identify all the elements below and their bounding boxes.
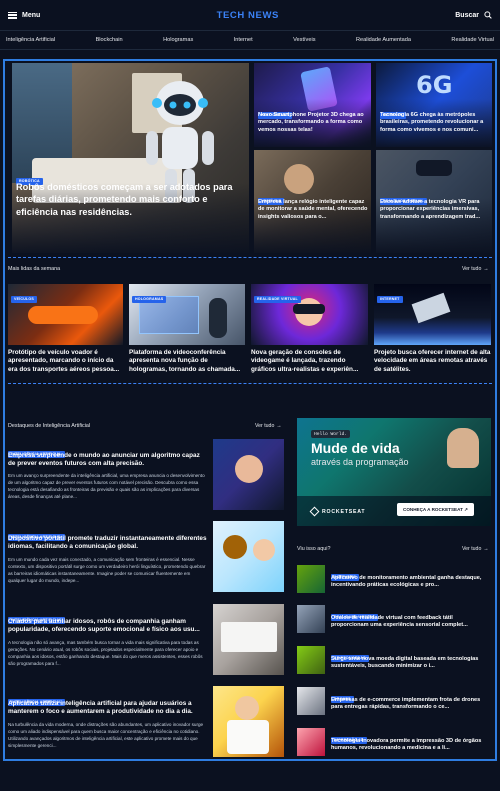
brand-name: ROCKETSEAT [322,508,366,515]
section-divider [8,257,492,258]
vr-headset-image [416,160,452,176]
seen-item-image[interactable] [297,687,325,715]
hero-side-title[interactable]: Escolas adotam a tecnologia VR para prop… [380,199,491,221]
ad-headline: Mude de vida [311,440,400,456]
badge-wrap: Hologramas [132,287,167,305]
most-read-title[interactable]: Plataforma de videoconferência apresenta… [129,349,246,374]
seen-item-title[interactable]: Óculos de realidade virtual com feedback… [331,615,491,631]
ad-banner[interactable]: Hello World. Mude de vida através da pro… [297,418,491,526]
person-image [209,298,227,338]
person-image [235,455,263,483]
hero-side-title[interactable]: Empresa lança relógio inteligente capaz … [258,199,370,221]
category-badge[interactable]: Realidade Virtual [254,295,301,303]
most-read-title[interactable]: Projeto busca oferecer internet de alta … [374,349,491,374]
ai-article-image[interactable] [213,604,284,675]
arrow-right-icon: → [483,546,489,552]
rocketseat-logo-icon [309,506,320,517]
person-image [223,535,247,559]
hero-main-card[interactable] [12,63,249,253]
badge-wrap: Internet [377,287,403,305]
section-title: Mais lidas da semana [8,266,61,272]
person-image [284,164,314,194]
nav-item[interactable]: Realidade Aumentada [356,37,411,43]
see-all-label: Ver tudo [462,546,482,552]
seen-item-title[interactable]: Tecnologia inovadora permite a impressão… [331,738,491,754]
seen-item-image[interactable] [297,565,325,593]
category-badge[interactable]: Veículos [11,295,37,303]
nav-item[interactable]: Internet [234,37,253,43]
ai-article-excerpt: Em um mundo cada vez mais conectado, a c… [8,557,206,584]
search-button[interactable]: Buscar [455,11,492,19]
ai-article-image[interactable] [213,686,284,757]
section-title: Destaques de Inteligência Artificial [8,423,91,429]
seen-item-title[interactable]: Aplicativo de monitoramento ambiental ga… [331,575,491,591]
ad-subheadline: através da programação [311,457,409,467]
seen-item-image[interactable] [297,728,325,756]
category-badge[interactable]: Internet [377,295,403,303]
hello-world-tag: Hello World. [311,430,351,438]
ai-article-image[interactable] [213,521,284,592]
site-logo[interactable]: TECH NEWS [217,10,279,21]
arrow-right-icon: → [483,266,489,272]
hero-main-title[interactable]: Robôs domésticos começam a ser adotados … [16,181,246,218]
badge-wrap: Veículos [11,287,37,305]
nav-item[interactable]: Realidade Virtual [451,37,494,43]
ad-brand: ROCKETSEAT [309,506,366,517]
section-title: Viu isso aqui? [297,546,331,552]
search-label: Buscar [455,11,479,19]
ai-article-title[interactable]: Dispositivo portátil promete traduzir in… [8,535,208,552]
person-image [227,720,269,754]
person-image [253,539,275,561]
hero-side-title[interactable]: Novo Smartphone Projetor 3D chega ao mer… [258,112,370,134]
ai-article-title[interactable]: Empresa surpreende o mundo ao anunciar u… [8,452,208,469]
badge-wrap: Realidade Virtual [254,287,301,305]
nav-item[interactable]: Blockchain [96,37,123,43]
nav-item[interactable]: Inteligência Artificial [6,37,55,43]
section-divider [8,383,492,384]
see-all-link[interactable]: Ver tudo → [255,423,282,429]
person-image [235,696,259,720]
seen-item-title[interactable]: Empresas de e-commerce implementam frota… [331,697,491,713]
vr-headset-image [293,304,325,314]
nav-item[interactable]: Vestíveis [293,37,315,43]
ai-article-excerpt: Em um avanço surpreendente da inteligênc… [8,473,205,500]
ad-cta-button[interactable]: CONHEÇA A ROCKETSEAT ↗ [397,503,475,516]
most-read-title[interactable]: Protótipo de veículo voador é apresentad… [8,349,123,374]
ai-article-title[interactable]: Criados para auxiliar idosos, robôs de c… [8,618,208,635]
nav-item[interactable]: Hologramas [163,37,193,43]
see-all-link[interactable]: Ver tudo → [462,266,489,272]
site-header: Menu TECH NEWS Buscar [0,0,500,30]
hero-side-title[interactable]: Tecnologia 6G chega às metrópoles brasil… [380,112,491,134]
seen-item-image[interactable] [297,605,325,633]
seen-item-image[interactable] [297,646,325,674]
person-image [447,428,479,468]
most-read-title[interactable]: Nova geração de consoles de videogame é … [251,349,368,374]
laptop-image [221,622,277,652]
see-all-link[interactable]: Ver tudo → [462,546,489,552]
flying-car-image [28,306,98,324]
cta-label: CONHEÇA A ROCKETSEAT [403,506,463,512]
menu-label: Menu [22,11,41,19]
hamburger-icon [8,11,17,19]
ai-article-image[interactable] [213,439,284,510]
see-all-label: Ver tudo [462,266,482,272]
seen-item-title[interactable]: Surge uma nova moeda digital baseada em … [331,656,491,672]
ai-article-excerpt: A tecnologia não só avança, mas também b… [8,640,203,667]
see-all-label: Ver tudo [255,423,275,429]
satellite-image [411,292,451,324]
category-nav: Inteligência Artificial Blockchain Holog… [0,30,500,50]
category-badge[interactable]: Hologramas [132,295,167,303]
6g-graphic: 6G [416,71,453,99]
search-icon [484,11,492,19]
ai-article-title[interactable]: Aplicativo utiliza inteligência artifici… [8,700,208,717]
arrow-right-icon: → [276,423,282,429]
menu-button[interactable]: Menu [8,11,41,19]
ai-article-excerpt: Na turbulência da vida moderna, onde dis… [8,722,204,749]
